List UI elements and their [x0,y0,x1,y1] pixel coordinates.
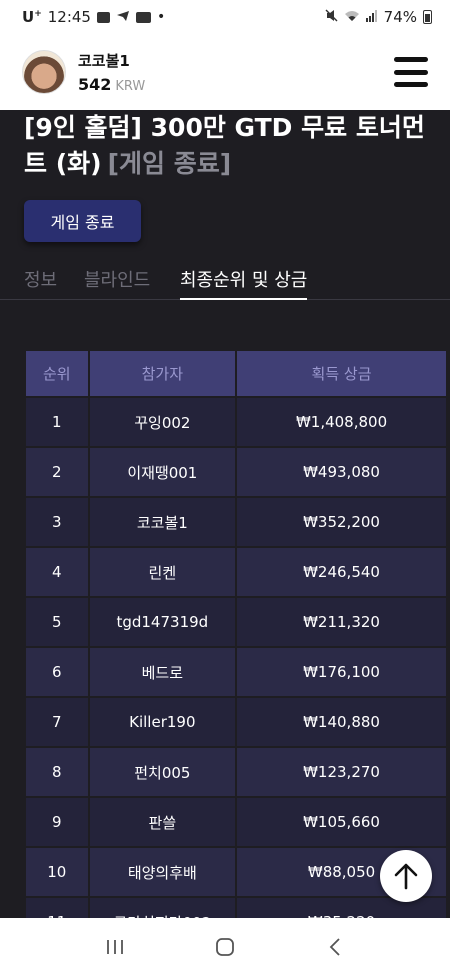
rank-cell: 2 [26,448,88,496]
prize-cell: ₩493,080 [237,448,446,496]
column-header-rank: 순위 [26,351,88,396]
table-row: 6 베드로 ₩176,100 [26,648,446,696]
player-cell: 린켄 [89,548,236,596]
rank-cell: 1 [26,398,88,446]
game-ended-button[interactable]: 게임 종료 [24,200,141,242]
table-row: 5 tgd147319d ₩211,320 [26,598,446,646]
signal-icon [365,8,378,26]
rank-cell: 9 [26,798,88,846]
mute-icon [325,8,338,26]
more-notifications-dot: • [156,9,166,25]
prize-cell: ₩246,540 [237,548,446,596]
player-cell: tgd147319d [89,598,236,646]
home-icon[interactable] [205,927,245,967]
battery-percent: 74% [383,8,417,26]
prize-cell: ₩176,100 [237,648,446,696]
tab-blinds[interactable]: 블라인드 [84,266,150,300]
table-row: 4 린켄 ₩246,540 [26,548,446,596]
currency-label: KRW [115,79,146,94]
rank-cell: 6 [26,648,88,696]
carrier-label: U+ [22,8,42,26]
player-cell: 베드로 [89,648,236,696]
page-title: [9인 홀덤] 300만 GTD 무료 토너먼트 (화) [게임 종료] [24,110,434,182]
wifi-icon [344,8,360,26]
prize-cell: ₩352,200 [237,498,446,546]
player-cell: 태양의후배 [89,848,236,896]
clock: 12:45 [47,8,91,26]
table-row: 8 펀치005 ₩123,270 [26,748,446,796]
rank-cell: 7 [26,698,88,746]
arrow-up-icon [394,863,418,890]
avatar[interactable] [22,50,66,94]
player-cell: 펀치005 [89,748,236,796]
user-info: 코코볼1 542 KRW [78,50,145,94]
gallery-notification-icon [96,11,110,23]
youtube-notification-icon [135,11,151,23]
rank-cell: 4 [26,548,88,596]
table-header-row: 순위 참가자 획득 상금 [26,351,446,396]
back-icon[interactable] [315,927,355,967]
rank-cell: 3 [26,498,88,546]
player-cell: 꾸잉002 [89,398,236,446]
scroll-to-top-button[interactable] [380,850,432,902]
recent-apps-icon[interactable] [95,927,135,967]
system-nav-bar [0,918,450,975]
prize-cell: ₩211,320 [237,598,446,646]
ranking-table: 순위 참가자 획득 상금 1 꾸잉002 ₩1,408,800 2 이재땡001 ₩49… [24,349,448,948]
rank-cell: 10 [26,848,88,896]
rank-cell: 5 [26,598,88,646]
prize-cell: ₩123,270 [237,748,446,796]
balance: 542 KRW [78,75,146,94]
column-header-player: 참가자 [89,351,236,396]
prize-cell: ₩140,880 [237,698,446,746]
status-bar: U+ 12:45 • 74% [0,0,450,34]
game-status-label: [게임 종료] [107,149,232,178]
ranking-table-container: 순위 참가자 획득 상금 1 꾸잉002 ₩1,408,800 2 이재땡001 ₩49… [26,349,448,948]
username: 코코볼1 [78,52,130,70]
table-row: 1 꾸잉002 ₩1,408,800 [26,398,446,446]
tab-final-ranking[interactable]: 최종순위 및 상금 [180,266,308,300]
table-row: 7 Killer190 ₩140,880 [26,698,446,746]
tab-info[interactable]: 정보 [24,266,57,300]
app-header: 코코볼1 542 KRW [0,34,450,110]
player-cell: 판쓸 [89,798,236,846]
player-cell: 이재땡001 [89,448,236,496]
hamburger-menu-icon[interactable] [394,57,428,87]
player-cell: 코코볼1 [89,498,236,546]
table-row: 9 판쓸 ₩105,660 [26,798,446,846]
table-row: 2 이재땡001 ₩493,080 [26,448,446,496]
prize-cell: ₩105,660 [237,798,446,846]
prize-cell: ₩1,408,800 [237,398,446,446]
table-row: 3 코코볼1 ₩352,200 [26,498,446,546]
telegram-notification-icon [116,8,130,26]
player-cell: Killer190 [89,698,236,746]
tab-bar: 정보 블라인드 최종순위 및 상금 [0,260,450,300]
battery-icon [423,10,432,24]
rank-cell: 8 [26,748,88,796]
column-header-prize: 획득 상금 [237,351,446,396]
